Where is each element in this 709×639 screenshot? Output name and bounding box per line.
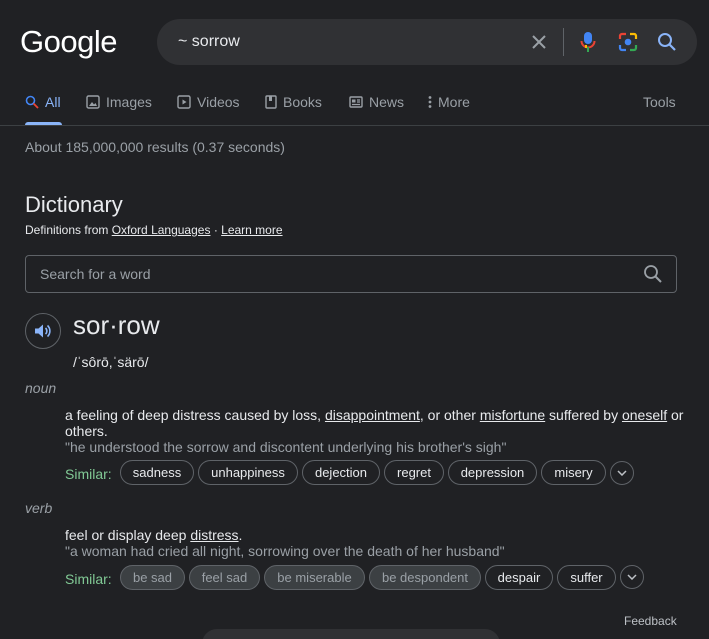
similar-chip[interactable]: be miserable xyxy=(264,565,365,590)
def-text: suffered by xyxy=(545,407,622,423)
def-text: . xyxy=(238,527,243,543)
tab-videos-label: Videos xyxy=(197,94,240,110)
source-prefix: Definitions from xyxy=(25,223,109,237)
tab-books[interactable]: Books xyxy=(265,94,322,110)
noun-similar-label: Similar: xyxy=(65,466,112,482)
tab-news-label: News xyxy=(369,94,405,110)
verb-example: "a woman had cried all night, sorrowing … xyxy=(65,543,505,559)
verb-definition: feel or display deep distress. xyxy=(65,527,685,543)
tab-active-indicator xyxy=(25,122,62,125)
tab-all-label: All xyxy=(45,94,61,110)
chevron-down-icon xyxy=(627,574,637,580)
noun-definition: a feeling of deep distress caused by los… xyxy=(65,407,685,439)
tools-button[interactable]: Tools xyxy=(643,94,676,110)
feedback-link[interactable]: Feedback xyxy=(624,614,677,628)
more-results-pill[interactable] xyxy=(202,629,500,639)
tab-images-label: Images xyxy=(106,94,152,110)
expand-similar-button[interactable] xyxy=(610,461,634,485)
similar-chip[interactable]: be despondent xyxy=(369,565,481,590)
def-text: , or other xyxy=(419,407,480,423)
similar-chip[interactable]: be sad xyxy=(120,565,185,590)
learn-more-link[interactable]: Learn more xyxy=(221,223,282,237)
similar-chip[interactable]: regret xyxy=(384,460,444,485)
part-of-speech-noun: noun xyxy=(25,380,57,396)
part-of-speech-verb: verb xyxy=(25,500,53,516)
tab-news[interactable]: News xyxy=(349,94,404,110)
distress-link[interactable]: distress xyxy=(190,527,238,543)
speaker-icon xyxy=(35,324,51,338)
disappointment-link[interactable]: disappointment xyxy=(325,407,420,423)
search-icon[interactable] xyxy=(654,29,680,55)
noun-example: "he understood the sorrow and discontent… xyxy=(65,439,507,455)
tab-more[interactable]: More xyxy=(428,94,470,110)
source-separator: · xyxy=(213,223,218,237)
similar-chip[interactable]: suffer xyxy=(557,565,616,590)
similar-chip[interactable]: depression xyxy=(448,460,537,485)
similar-chip[interactable]: dejection xyxy=(302,460,380,485)
oneself-link[interactable]: oneself xyxy=(622,407,667,423)
dictionary-title: Dictionary xyxy=(25,192,123,217)
tab-all[interactable]: All xyxy=(25,94,61,110)
tab-videos[interactable]: Videos xyxy=(177,94,240,110)
result-stats: About 185,000,000 results (0.37 seconds) xyxy=(25,139,285,155)
verb-similar-label: Similar: xyxy=(65,571,112,587)
newspaper-icon xyxy=(349,96,363,108)
more-vert-icon xyxy=(428,96,432,108)
similar-chip[interactable]: unhappiness xyxy=(198,460,298,485)
tab-more-label: More xyxy=(438,94,470,110)
phonetic: /ˈsôrō,ˈsärō/ xyxy=(73,354,149,370)
similar-chip[interactable]: misery xyxy=(541,460,606,485)
word-search-placeholder: Search for a word xyxy=(40,266,151,282)
def-text: feel or display deep xyxy=(65,527,191,543)
misfortune-link[interactable]: misfortune xyxy=(480,407,545,423)
search-icon xyxy=(25,95,39,109)
camera-lens-icon[interactable] xyxy=(615,29,641,55)
pronunciation-speaker-button[interactable] xyxy=(25,313,61,349)
similar-chip[interactable]: feel sad xyxy=(189,565,260,590)
searchbar-divider xyxy=(563,28,564,56)
headword: sor·row xyxy=(73,310,160,340)
search-input[interactable]: ~ sorrow xyxy=(178,33,240,51)
clear-icon[interactable] xyxy=(526,29,552,55)
google-logo[interactable]: Google xyxy=(20,24,117,60)
chevron-down-icon xyxy=(617,470,627,476)
image-icon xyxy=(86,95,100,109)
oxford-languages-link[interactable]: Oxford Languages xyxy=(112,223,211,237)
expand-similar-button[interactable] xyxy=(620,565,644,589)
tab-books-label: Books xyxy=(283,94,322,110)
book-icon xyxy=(265,95,277,109)
def-text: a feeling of deep distress caused by los… xyxy=(65,407,325,423)
word-search-icon[interactable] xyxy=(643,264,665,286)
tab-images[interactable]: Images xyxy=(86,94,152,110)
similar-chip[interactable]: despair xyxy=(485,565,553,590)
similar-chip[interactable]: sadness xyxy=(120,460,194,485)
microphone-icon[interactable] xyxy=(575,29,601,55)
play-icon xyxy=(177,95,191,109)
dictionary-source: Definitions from Oxford Languages · Lear… xyxy=(25,223,283,237)
